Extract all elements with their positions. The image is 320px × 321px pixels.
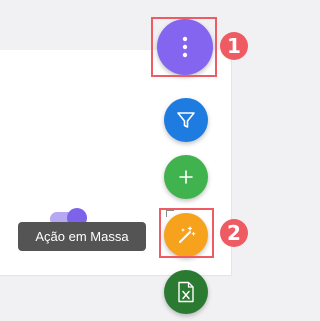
corner-mark: [166, 210, 174, 217]
export-excel-button[interactable]: [164, 270, 208, 314]
add-button[interactable]: [164, 155, 208, 199]
step-2-badge: 2: [220, 219, 248, 247]
filter-button[interactable]: [164, 98, 208, 142]
magic-wand-icon: [179, 226, 196, 243]
more-actions-button[interactable]: [157, 19, 213, 75]
filter-icon: [177, 112, 195, 128]
screen: Ação em Massa 1 2: [0, 0, 256, 321]
more-vertical-icon: [182, 36, 188, 58]
bulk-action-button[interactable]: [164, 213, 208, 257]
bulk-action-tooltip: Ação em Massa: [18, 222, 146, 251]
excel-export-icon: [178, 281, 194, 303]
plus-icon: [179, 170, 193, 184]
step-1-badge: 1: [220, 32, 248, 60]
